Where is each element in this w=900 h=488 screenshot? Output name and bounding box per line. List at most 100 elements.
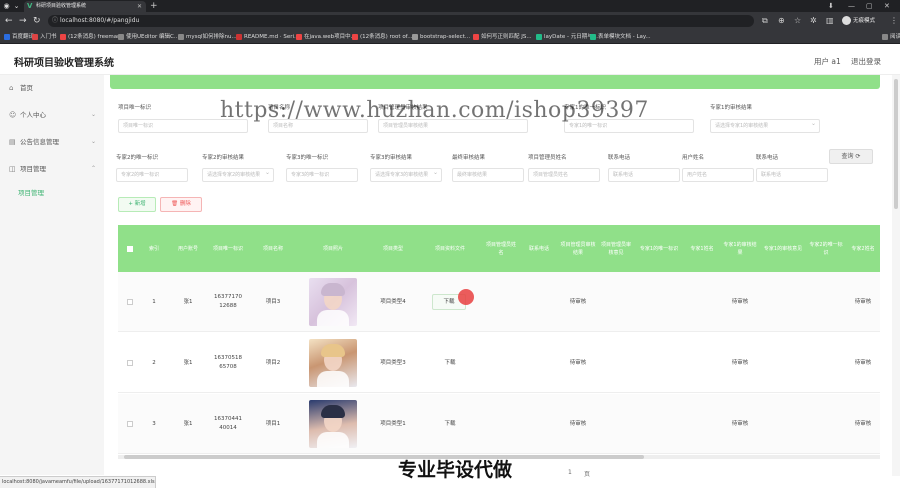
sidebar-icon[interactable]: ▥ [826,15,834,27]
translate-icon[interactable]: ⧉ [762,15,768,27]
table-header-cell[interactable]: 项目类型 [368,225,418,272]
table-header-cell[interactable]: 项目管理员姓名 [482,225,520,272]
filter-input[interactable]: 专家2的唯一标识 [116,168,188,182]
sidebar-item-label: 公告信息管理 [20,138,59,146]
filter-label: 联系电话 [756,155,779,161]
table-header-cell[interactable]: 专家2姓名 [846,225,880,272]
address-text: localhost:8080/#/pangjidu [60,17,140,24]
minimize-icon[interactable]: — [848,0,855,12]
row-checkbox[interactable] [127,299,133,305]
search-button[interactable]: 查询 ⟳ [829,149,873,164]
current-user[interactable]: 用户 a1 [814,56,841,67]
download-link[interactable]: 下载 [418,333,482,393]
bookmark-item[interactable]: (12条消息) freemar... [60,30,124,44]
back-icon[interactable]: ← [5,15,13,27]
filter-label: 项目唯一标识 [118,105,152,111]
bookmark-item[interactable]: 百度翻译 [4,30,34,44]
filter-input[interactable]: 请选择专家3的审核结果 [370,168,442,182]
tab-search-icon[interactable]: ⌄ [12,2,21,10]
vertical-scroll-thumb[interactable] [894,79,898,209]
extensions-icon[interactable]: ✲ [810,15,817,27]
browser-tab[interactable]: V 科研项目验收管理系统 ✕ [24,1,146,12]
profile-button[interactable]: 无痕模式 [842,15,875,27]
review-status: 待审核 [854,420,872,427]
add-button[interactable]: + 新增 [118,197,156,212]
zoom-icon[interactable]: ⊕ [778,15,785,27]
bookmark-item[interactable]: 表单模块文档 - Lay... [590,30,651,44]
tab-close-icon[interactable]: ✕ [137,1,142,12]
chevron-up-icon: ⌃ [90,165,96,172]
table-row[interactable]: 3 张1 1637044140014 项目1 项目类型1 下载 待审核 待审核 待审核 [118,394,880,454]
bookmark-item[interactable]: 在java.web项目中... [296,30,356,44]
table-header-cell[interactable]: 专家1的审核结果 [720,225,760,272]
bookmark-item[interactable]: layDate - 元日期与... [536,30,598,44]
table-header-cell[interactable]: 专家1姓名 [684,225,720,272]
table-header: 索引 用户账号 项目唯一标识 项目名称 项目照片 项目类型 项目资料文件 项目管理员姓名 联系电… [118,225,880,272]
filter-input[interactable]: 请选择专家2的审核结果 [202,168,274,182]
project-photo[interactable] [309,339,357,387]
table-row[interactable]: 2 张1 1637051865708 项目2 项目类型3 下载 待审核 待审核 待审核 [118,333,880,393]
table-header-cell[interactable]: 用户账号 [168,225,208,272]
filter-input[interactable]: 联系电话 [608,168,680,182]
bookmark-label: 使用UEditor 编辑C... [126,34,180,40]
project-photo[interactable] [309,400,357,448]
address-bar[interactable]: ⓘ localhost:8080/#/pangjidu [48,15,754,27]
table-header-cell[interactable]: 专家1的审核意见 [760,225,806,272]
vertical-scrollbar[interactable] [892,75,900,476]
delete-button[interactable]: 🗑 删除 [160,197,202,212]
bookmark-favicon-icon [118,33,124,40]
table-header-cell[interactable]: 项目名称 [248,225,298,272]
bookmark-favicon-icon [352,33,358,40]
bookmark-item[interactable]: 使用UEditor 编辑C... [118,30,179,44]
table-header-cell[interactable]: 联系电话 [520,225,558,272]
project-photo[interactable] [309,278,357,326]
filter-input[interactable]: 联系电话 [756,168,828,182]
table-header-cell[interactable]: 项目管理员审核结果 [558,225,598,272]
bookmark-item[interactable]: README.md · Seri... [236,30,299,44]
sidebar-item-notices[interactable]: ▤ 公告信息管理 ⌄ [0,135,104,149]
download-link[interactable]: 下载 [418,394,482,454]
table-header-cell[interactable]: 索引 [140,225,168,272]
table-header-cell[interactable]: 项目唯一标识 [208,225,248,272]
table-cell-name: 项目2 [265,359,281,366]
row-checkbox[interactable] [127,421,133,427]
sidebar-item-home[interactable]: ⌂ 首页 [0,81,104,95]
table-cell-account: 张1 [183,298,193,305]
logout-link[interactable]: 退出登录 [851,56,881,67]
new-tab-icon[interactable]: + [150,0,158,12]
filter-input[interactable]: 专家3的唯一标识 [286,168,358,182]
bookmark-item[interactable]: bootstrap-select... [412,30,470,44]
bookmark-item[interactable]: 阅读清单 [882,30,900,44]
sidebar-item-personal[interactable]: ☺ 个人中心 ⌄ [0,108,104,122]
review-status: 待审核 [569,298,587,305]
horizontal-scroll-thumb[interactable] [124,455,644,459]
reload-icon[interactable]: ↻ [33,15,41,27]
filter-input[interactable]: 用户姓名 [682,168,754,182]
bookmark-star-icon[interactable]: ☆ [794,15,801,27]
window-close-icon[interactable]: ✕ [884,0,890,12]
bookmark-item[interactable]: 入门书 [32,30,57,44]
table-header-cell[interactable]: 专家1的唯一标识 [634,225,684,272]
filter-input[interactable]: 项目管理员姓名 [528,168,600,182]
bookmark-item[interactable]: (12条消息) root of... [352,30,412,44]
browser-menu-icon[interactable]: ◉ [2,2,11,10]
sidebar-item-projects[interactable]: ◫ 项目管理 ⌃ [0,162,104,176]
page-number[interactable]: 1 [568,469,572,476]
table-header-cell[interactable]: 项目照片 [298,225,368,272]
menu-dots-icon[interactable]: ⋮ [890,15,898,27]
table-row[interactable]: 1 张1 1637717012688 项目3 项目类型4 下载 待审核 待审核 待审核 [118,272,880,332]
sidebar-subitem-project-manage[interactable]: 项目管理 [0,186,104,200]
filter-input[interactable]: 最终审核结果 [452,168,524,182]
forward-icon[interactable]: → [19,15,27,27]
maximize-icon[interactable]: ▢ [866,0,873,12]
bookmark-item[interactable]: 如何写正则匹配 JS... [473,30,532,44]
download-icon[interactable]: ⬇ [828,0,834,12]
row-checkbox[interactable] [127,360,133,366]
filter-input[interactable]: 请选择专家1的审核结果 [710,119,820,133]
chevron-down-icon: ⌄ [90,111,96,118]
table-header-cell[interactable]: 项目管理员审核意见 [598,225,634,272]
table-header-cell[interactable]: 专家2的唯一标识 [806,225,846,272]
bookmark-item[interactable]: mysql如何排除nu... [178,30,237,44]
table-header-cell[interactable]: 项目资料文件 [418,225,482,272]
select-all-checkbox[interactable] [127,246,133,252]
